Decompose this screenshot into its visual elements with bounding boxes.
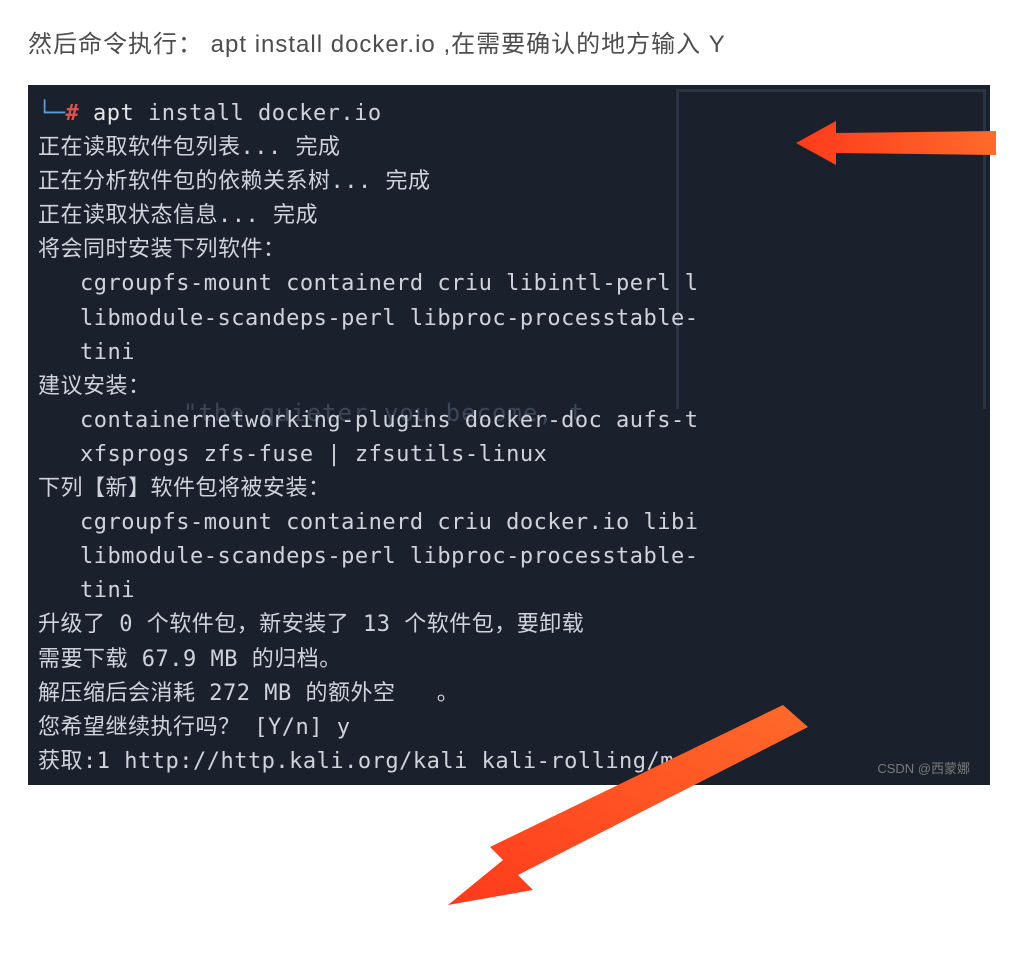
root-hash: # [66,101,80,126]
output-line: 下列【新】软件包将被安装： [38,472,980,506]
output-line: 将会同时安装下列软件： [38,233,980,267]
output-line: libmodule-scandeps-perl libproc-processt… [38,302,980,336]
output-line: 建议安装： [38,370,980,404]
terminal-screenshot: "the quieter you become, t └─# apt insta… [28,85,990,785]
command-args: install docker.io [148,101,382,126]
output-line: 正在读取软件包列表... 完成 [38,131,980,165]
command-apt: apt [93,101,134,126]
prompt-confirm-line: 您希望继续执行吗？ [Y/n] y [38,711,980,745]
output-line: tini [38,336,980,370]
output-line: containernetworking-plugins docker-doc a… [38,404,980,438]
output-line: cgroupfs-mount containerd criu docker.io… [38,506,980,540]
prompt-line: └─# apt install docker.io [38,97,980,131]
output-line: 需要下载 67.9 MB 的归档。 [38,643,980,677]
output-line: xfsprogs zfs-fuse | zfsutils-linux [38,438,980,472]
output-line: libmodule-scandeps-perl libproc-processt… [38,540,980,574]
tree-branch: └─ [38,101,66,126]
output-line: 解压缩后会消耗 272 MB 的额外空 。 [38,677,980,711]
output-line: 获取:1 http://http.kali.org/kali kali-roll… [38,745,980,779]
instruction-text: 然后命令执行： apt install docker.io ,在需要确认的地方输… [0,0,1018,71]
output-line: 正在分析软件包的依赖关系树... 完成 [38,165,980,199]
output-line: tini [38,574,980,608]
output-line: 正在读取状态信息... 完成 [38,199,980,233]
csdn-watermark: CSDN @西蒙娜 [877,758,970,777]
output-line: cgroupfs-mount containerd criu libintl-p… [38,267,980,301]
output-line: 升级了 0 个软件包，新安装了 13 个软件包，要卸载 [38,608,980,642]
terminal: "the quieter you become, t └─# apt insta… [28,85,990,785]
